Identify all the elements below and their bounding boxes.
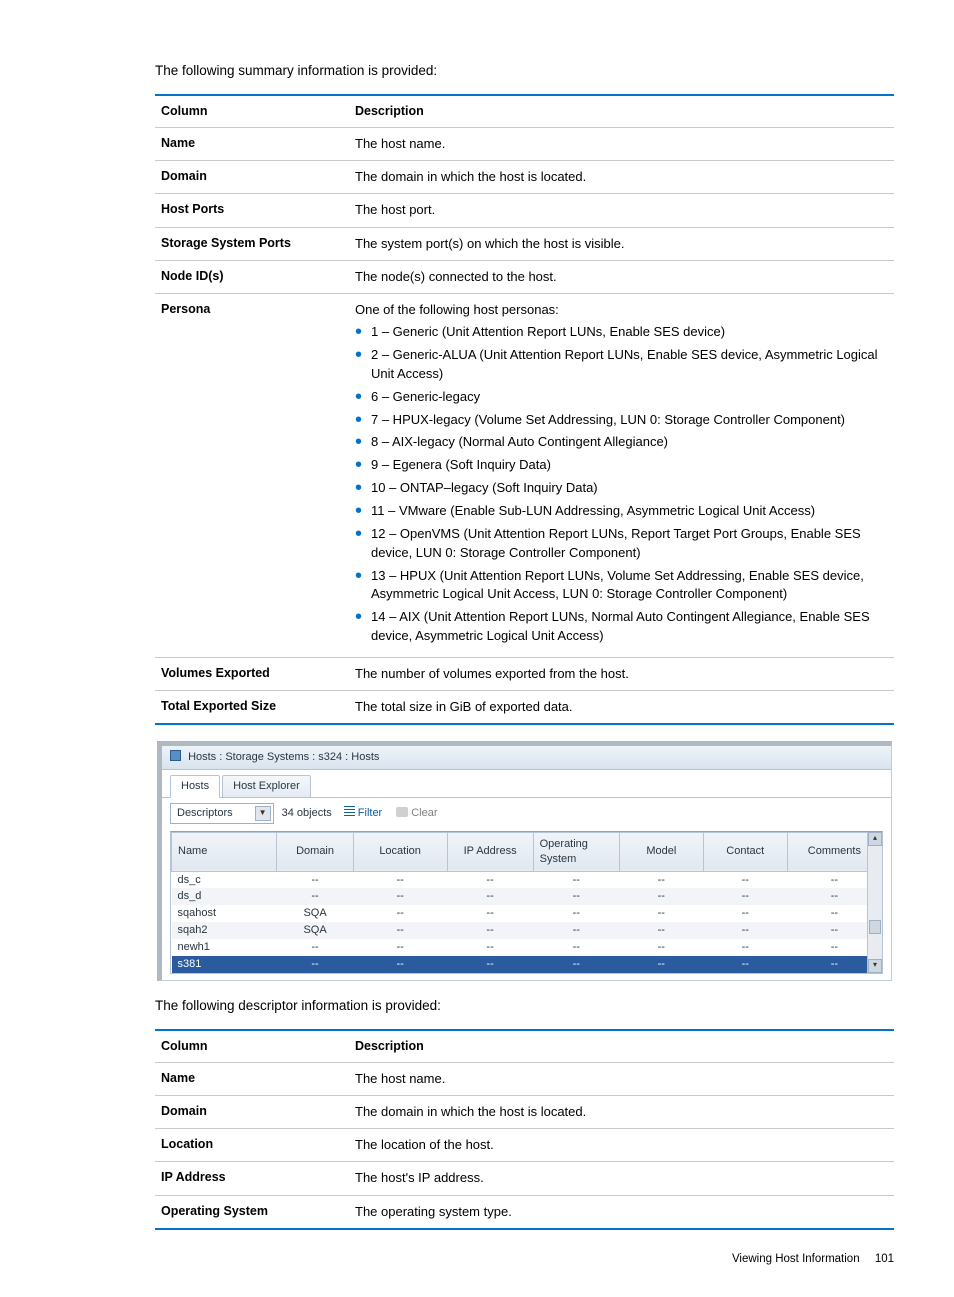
col-model[interactable]: Model — [619, 832, 703, 871]
tab-hosts[interactable]: Hosts — [170, 775, 220, 798]
panel-title: Hosts : Storage Systems : s324 : Hosts — [188, 751, 379, 763]
persona-item: 10 – ONTAP–legacy (Soft Inquiry Data) — [355, 479, 888, 498]
footer-page-number: 101 — [875, 1253, 894, 1265]
grid-row[interactable]: sqahost SQA -- -- -- -- -- -- — [172, 905, 882, 922]
t1-nodeids-label: Node ID(s) — [155, 260, 349, 293]
grid-row[interactable]: ds_c -- -- -- -- -- -- -- — [172, 871, 882, 888]
t1-head-col2: Description — [349, 95, 894, 127]
t1-name-label: Name — [155, 128, 349, 161]
intro-text-1: The following summary information is pro… — [155, 62, 894, 80]
scroll-up-icon[interactable]: ▴ — [868, 832, 882, 846]
descriptor-table: Column Description Name The host name. D… — [155, 1029, 894, 1230]
persona-item: 14 – AIX (Unit Attention Report LUNs, No… — [355, 608, 888, 646]
chevron-down-icon[interactable]: ▼ — [255, 806, 271, 821]
hosts-grid: Name Domain Location IP Address Operatin… — [171, 832, 882, 973]
page-footer: Viewing Host Information 101 — [155, 1246, 894, 1268]
persona-item: 2 – Generic-ALUA (Unit Attention Report … — [355, 346, 888, 384]
persona-item: 13 – HPUX (Unit Attention Report LUNs, V… — [355, 567, 888, 605]
t1-persona-desc: One of the following host personas: 1 – … — [349, 294, 894, 658]
persona-item: 7 – HPUX-legacy (Volume Set Addressing, … — [355, 411, 888, 430]
col-os[interactable]: Operating System — [533, 832, 619, 871]
t2-head-col1: Column — [155, 1030, 349, 1062]
t1-hostports-desc: The host port. — [349, 194, 894, 227]
filter-icon — [344, 806, 355, 817]
persona-item: 1 – Generic (Unit Attention Report LUNs,… — [355, 323, 888, 342]
grid-row[interactable]: ds_d -- -- -- -- -- -- -- — [172, 888, 882, 905]
view-selector[interactable]: Descriptors ▼ — [170, 803, 274, 824]
col-location[interactable]: Location — [353, 832, 447, 871]
t1-sysports-label: Storage System Ports — [155, 227, 349, 260]
t2-os-desc: The operating system type. — [349, 1195, 894, 1229]
t1-volexp-label: Volumes Exported — [155, 657, 349, 690]
t1-head-col1: Column — [155, 95, 349, 127]
col-domain[interactable]: Domain — [277, 832, 353, 871]
t2-location-desc: The location of the host. — [349, 1129, 894, 1162]
scroll-handle[interactable] — [869, 920, 881, 934]
persona-item: 6 – Generic-legacy — [355, 388, 888, 407]
grid-container: Name Domain Location IP Address Operatin… — [170, 831, 883, 974]
grid-row-selected[interactable]: s381 -- -- -- -- -- -- -- — [172, 956, 882, 973]
t1-domain-desc: The domain in which the host is located. — [349, 161, 894, 194]
vertical-scrollbar[interactable]: ▴ ▾ — [867, 832, 882, 973]
t2-location-label: Location — [155, 1129, 349, 1162]
tab-host-explorer[interactable]: Host Explorer — [222, 775, 311, 797]
summary-table: Column Description Name The host name. D… — [155, 94, 894, 725]
intro-text-2: The following descriptor information is … — [155, 997, 894, 1015]
t2-name-label: Name — [155, 1062, 349, 1095]
persona-item: 12 – OpenVMS (Unit Attention Report LUNs… — [355, 525, 888, 563]
t1-totalexp-label: Total Exported Size — [155, 691, 349, 725]
t1-persona-label: Persona — [155, 294, 349, 658]
t1-nodeids-desc: The node(s) connected to the host. — [349, 260, 894, 293]
persona-item: 11 – VMware (Enable Sub-LUN Addressing, … — [355, 502, 888, 521]
t2-name-desc: The host name. — [349, 1062, 894, 1095]
col-ip[interactable]: IP Address — [447, 832, 533, 871]
scroll-down-icon[interactable]: ▾ — [868, 959, 882, 973]
t1-domain-label: Domain — [155, 161, 349, 194]
persona-item: 8 – AIX-legacy (Normal Auto Contingent A… — [355, 433, 888, 452]
object-count: 34 objects — [282, 806, 332, 821]
t1-hostports-label: Host Ports — [155, 194, 349, 227]
t2-head-col2: Description — [349, 1030, 894, 1062]
t1-totalexp-desc: The total size in GiB of exported data. — [349, 691, 894, 725]
t2-os-label: Operating System — [155, 1195, 349, 1229]
col-name[interactable]: Name — [172, 832, 277, 871]
window-icon — [170, 750, 181, 761]
view-selector-label: Descriptors — [177, 806, 233, 821]
panel-titlebar: Hosts : Storage Systems : s324 : Hosts — [162, 746, 891, 770]
persona-list: 1 – Generic (Unit Attention Report LUNs,… — [355, 323, 888, 646]
t2-domain-label: Domain — [155, 1095, 349, 1128]
t1-name-desc: The host name. — [349, 128, 894, 161]
clear-icon — [396, 807, 408, 817]
col-contact[interactable]: Contact — [703, 832, 787, 871]
persona-item: 9 – Egenera (Soft Inquiry Data) — [355, 456, 888, 475]
t2-ip-label: IP Address — [155, 1162, 349, 1195]
t2-domain-desc: The domain in which the host is located. — [349, 1095, 894, 1128]
footer-section: Viewing Host Information — [732, 1253, 860, 1265]
t1-persona-intro: One of the following host personas: — [355, 302, 559, 317]
t1-sysports-desc: The system port(s) on which the host is … — [349, 227, 894, 260]
t1-volexp-desc: The number of volumes exported from the … — [349, 657, 894, 690]
grid-row[interactable]: newh1 -- -- -- -- -- -- -- — [172, 939, 882, 956]
t2-ip-desc: The host's IP address. — [349, 1162, 894, 1195]
grid-row[interactable]: sqah2 SQA -- -- -- -- -- -- — [172, 922, 882, 939]
filter-button[interactable]: Filter — [344, 806, 382, 821]
hosts-panel-screenshot: Hosts : Storage Systems : s324 : Hosts H… — [157, 741, 892, 980]
clear-button[interactable]: Clear — [396, 806, 437, 821]
